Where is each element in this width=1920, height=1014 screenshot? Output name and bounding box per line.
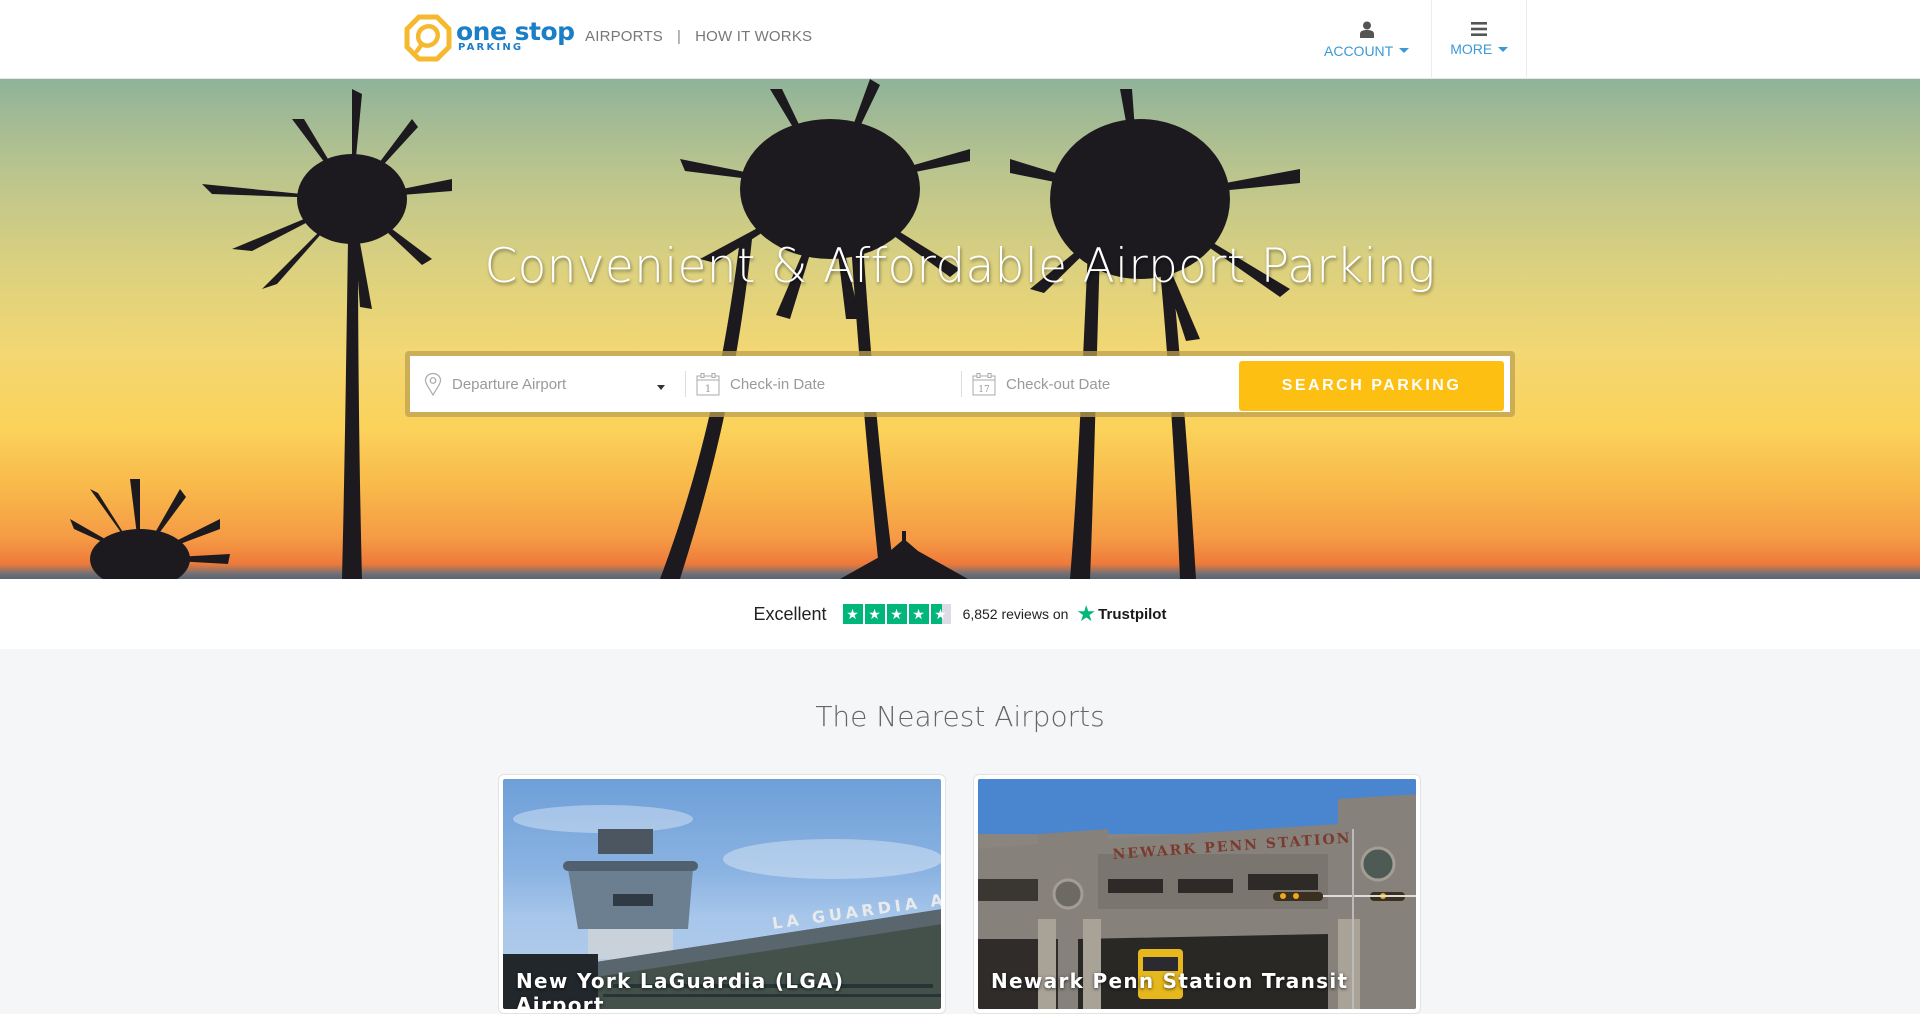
departure-airport-placeholder: Departure Airport: [452, 375, 567, 393]
airport-name: Newark Penn Station Transit: [991, 969, 1349, 993]
chevron-down-icon: [1498, 46, 1509, 52]
calendar-day: 1: [705, 384, 711, 395]
calendar-icon: 17: [972, 373, 996, 396]
star-icon: ★: [908, 604, 929, 624]
check-in-placeholder: Check-in Date: [730, 375, 826, 393]
logo-octagon-icon: [404, 14, 452, 62]
chevron-down-icon: [1399, 48, 1410, 53]
dropdown-caret-icon: [657, 385, 665, 390]
site-header: one stop PARKING AIRPORTS | HOW IT WORKS…: [0, 0, 1920, 79]
search-parking-button[interactable]: SEARCH PARKING: [1239, 361, 1504, 411]
account-menu-button[interactable]: ACCOUNT: [1320, 0, 1433, 79]
trustpilot-stars: ★ ★ ★ ★ ★: [842, 604, 951, 624]
map-pin-icon: [424, 372, 442, 396]
header-actions: ACCOUNT MORE: [1320, 0, 1528, 79]
nav-airports[interactable]: AIRPORTS: [585, 28, 663, 45]
half-star-icon: ★: [930, 604, 951, 624]
hamburger-icon: [1471, 22, 1488, 36]
nav-how-it-works[interactable]: HOW IT WORKS: [695, 28, 812, 45]
palm-trees-image: [70, 79, 1300, 579]
airport-name: New York LaGuardia (LGA) Airport: [516, 969, 845, 1009]
check-out-placeholder: Check-out Date: [1006, 375, 1111, 393]
trustpilot-logo: ★ Trustpilot: [1076, 601, 1166, 627]
more-label: MORE: [1450, 41, 1493, 57]
account-label: ACCOUNT: [1324, 42, 1394, 59]
star-icon: ★: [886, 604, 907, 624]
star-icon: ★: [864, 604, 885, 624]
trustpilot-brand: Trustpilot: [1098, 605, 1167, 623]
hero-banner: Convenient & Affordable Airport Parking …: [0, 79, 1920, 579]
airport-card[interactable]: LA GUARDIA AIRPORT New York LaGuardia (L…: [498, 774, 946, 1014]
check-out-date-input[interactable]: 17 Check-out Date: [962, 356, 1237, 412]
departure-airport-select[interactable]: Departure Airport: [410, 356, 685, 412]
airport-image: NEWARK PENN STATION Newark Penn Station …: [978, 779, 1416, 1009]
logo-text: one stop: [456, 17, 575, 46]
trustpilot-reviews-count: 6,852 reviews on: [962, 606, 1069, 622]
more-menu-button[interactable]: MORE: [1432, 0, 1528, 79]
airport-image: LA GUARDIA AIRPORT New York LaGuardia (L…: [503, 779, 941, 1009]
nav-separator: |: [677, 28, 682, 45]
star-icon: ★: [842, 604, 863, 624]
section-title: The Nearest Airports: [815, 700, 1105, 733]
main-nav: AIRPORTS | HOW IT WORKS: [585, 28, 812, 45]
hero-title: Convenient & Affordable Airport Parking: [484, 239, 1436, 294]
airport-card[interactable]: NEWARK PENN STATION Newark Penn Station …: [973, 774, 1421, 1014]
trustpilot-rating-label: Excellent: [753, 603, 827, 624]
check-in-date-input[interactable]: 1 Check-in Date: [686, 356, 961, 412]
search-form: Departure Airport 1 Check-in Date 17 Che…: [405, 351, 1515, 417]
trustpilot-star-icon: ★: [1076, 601, 1097, 626]
user-icon: [1359, 21, 1374, 38]
trustpilot-widget[interactable]: Excellent ★ ★ ★ ★ ★ 6,852 reviews on ★ T…: [0, 579, 1920, 649]
calendar-day: 17: [978, 385, 990, 395]
logo[interactable]: one stop PARKING: [404, 14, 575, 62]
calendar-icon: 1: [696, 373, 720, 396]
